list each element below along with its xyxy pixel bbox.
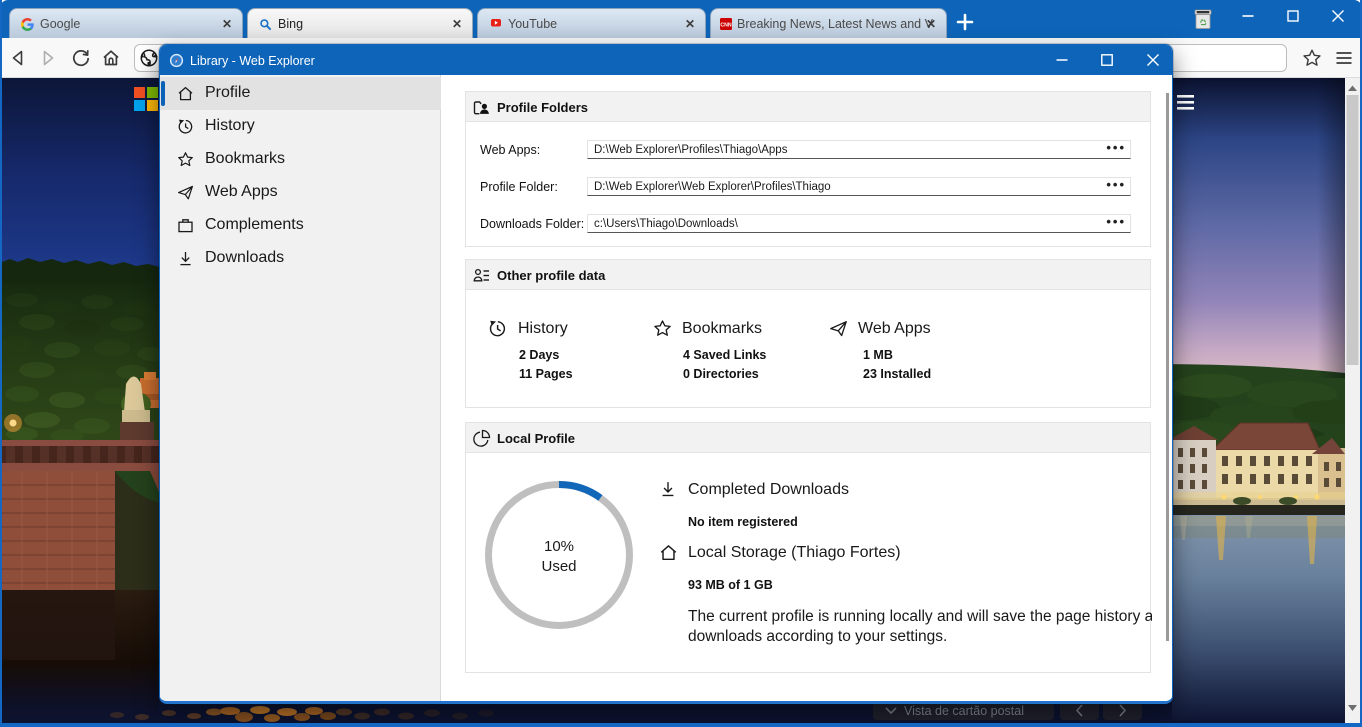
svg-text:CNN: CNN — [720, 22, 732, 28]
svg-text:Vista de cartão postal: Vista de cartão postal — [904, 704, 1024, 718]
